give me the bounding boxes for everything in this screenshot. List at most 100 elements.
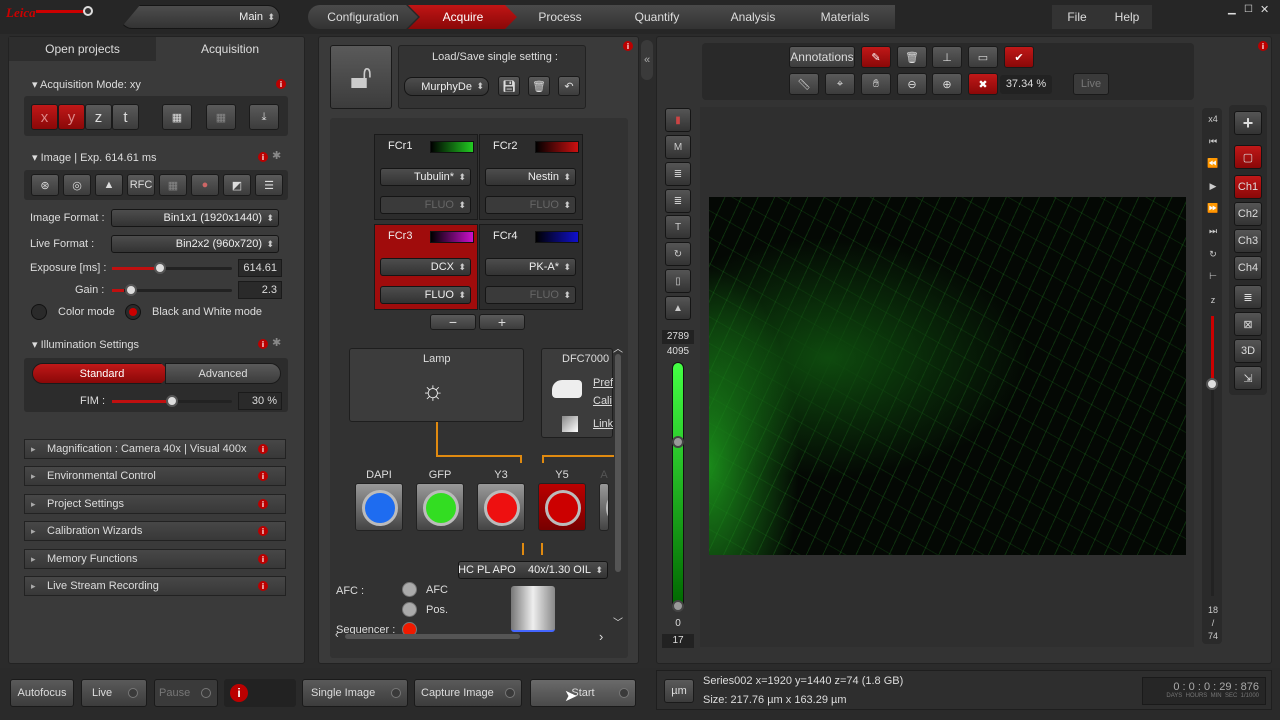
rfc-button[interactable]: RFC — [127, 174, 155, 196]
minimize-button[interactable]: ▁ — [1228, 4, 1236, 15]
channel-1-button[interactable]: Ch1 — [1234, 175, 1262, 199]
menu-file[interactable]: File — [1052, 5, 1102, 29]
next-frame-icon[interactable]: ⏩ — [1205, 203, 1221, 214]
tab-open-projects[interactable]: Open projects — [9, 37, 156, 61]
capture-image-button[interactable]: Capture Image — [414, 679, 522, 707]
info-status[interactable]: i — [224, 679, 296, 707]
gain-slider[interactable] — [112, 284, 232, 296]
tab-process[interactable]: Process — [505, 5, 615, 29]
dye-select[interactable]: DCX — [380, 258, 471, 276]
z-slider-knob[interactable] — [1206, 378, 1218, 390]
mode-select[interactable]: FLUO — [485, 286, 576, 304]
scroll-down-icon[interactable]: ﹀ — [613, 614, 623, 629]
tab-quantify[interactable]: Quantify — [602, 5, 712, 29]
brightness-slider[interactable] — [36, 6, 93, 16]
hand-icon[interactable]: ✋︎ — [861, 73, 891, 95]
tab-materials[interactable]: Materials — [795, 5, 895, 29]
filter-cube-button[interactable] — [477, 483, 525, 531]
collapse-panel-button[interactable]: « — [641, 40, 653, 80]
channel-color-swatch[interactable] — [430, 141, 474, 153]
last-frame-icon[interactable]: ⏭ — [1205, 226, 1221, 237]
filter-cube-button[interactable] — [538, 483, 586, 531]
gain-value[interactable]: 2.3 — [238, 281, 282, 299]
channel-overlay-icon[interactable]: ▮ — [665, 108, 691, 132]
standard-button[interactable]: Standard — [32, 363, 172, 384]
live-view-button[interactable]: Live — [1073, 73, 1109, 95]
illumination-header[interactable]: ▾ Illumination Settings — [32, 338, 139, 351]
info-icon[interactable]: i — [258, 444, 268, 454]
color-mode-radio[interactable] — [31, 304, 47, 320]
axis-z[interactable]: z — [85, 104, 112, 130]
max-projection-icon[interactable]: ≣ — [1234, 285, 1262, 309]
autofocus-button[interactable]: Autofocus — [10, 679, 74, 707]
axis-t[interactable]: t — [112, 104, 139, 130]
info-icon[interactable]: i — [258, 152, 268, 162]
link-calib[interactable]: Cali — [593, 395, 613, 407]
undo-icon[interactable]: ↶ — [558, 76, 580, 96]
check-icon[interactable]: ✔ — [1004, 46, 1034, 68]
dye-select[interactable]: PK-A* — [485, 258, 576, 276]
advanced-button[interactable]: Advanced — [165, 363, 281, 384]
stop-icon[interactable]: ▢ — [1234, 145, 1262, 169]
info-icon[interactable]: i — [1258, 41, 1268, 51]
rectangle-icon[interactable]: ▭ — [968, 46, 998, 68]
maximize-button[interactable]: ☐ — [1244, 4, 1253, 15]
fim-value[interactable]: 30 % — [238, 392, 282, 410]
info-icon[interactable]: i — [258, 581, 268, 591]
scroll-left-icon[interactable]: ‹ — [335, 629, 339, 641]
zoom-out-icon[interactable]: ⊖ — [897, 73, 927, 95]
section-live-stream[interactable]: Live Stream Recording — [24, 576, 286, 596]
horizontal-scrollbar[interactable] — [345, 634, 520, 639]
info-icon[interactable]: i — [258, 339, 268, 349]
zoom-in-icon[interactable]: ⊕ — [932, 73, 962, 95]
histogram-icon[interactable]: ▲ — [95, 174, 123, 196]
scroll-right-icon[interactable]: › — [599, 629, 603, 644]
loop-icon[interactable]: ↻ — [1205, 249, 1221, 260]
live-format-select[interactable]: Bin2x2 (960x720) — [111, 235, 279, 253]
info-icon[interactable]: i — [623, 41, 633, 51]
filter-cube-button[interactable] — [416, 483, 464, 531]
layers-icon[interactable]: ≣ — [665, 162, 691, 186]
pin-icon[interactable]: ✱ — [272, 149, 281, 162]
pen-icon[interactable]: ✎ — [861, 46, 891, 68]
3d-button[interactable]: 3D — [1234, 339, 1262, 363]
exposure-slider[interactable] — [112, 262, 232, 274]
dye-select[interactable]: Nestin — [485, 168, 576, 186]
stack-m-icon[interactable]: M — [665, 135, 691, 159]
pin-icon[interactable]: ✱ — [272, 336, 281, 349]
fim-slider[interactable] — [112, 395, 232, 407]
grid-icon[interactable]: ▦ — [159, 174, 187, 196]
color-wheel-icon[interactable]: ● — [191, 174, 219, 196]
mode-select[interactable]: FLUO — [485, 196, 576, 214]
histogram-icon[interactable]: ▲ — [665, 296, 691, 320]
range-icon[interactable]: ⊢ — [1205, 271, 1221, 282]
remove-channel-button[interactable]: − — [430, 314, 476, 330]
histogram-handle-top[interactable] — [672, 436, 684, 448]
microscope-image[interactable] — [709, 197, 1186, 555]
section-project-settings[interactable]: Project Settings — [24, 494, 286, 514]
filter-cube-button[interactable] — [355, 483, 403, 531]
bw-mode-radio[interactable] — [125, 304, 141, 320]
trash-icon[interactable]: 🗑︎ — [897, 46, 927, 68]
first-frame-icon[interactable]: ⏮ — [1205, 136, 1221, 147]
section-environmental[interactable]: Environmental Control — [24, 466, 286, 486]
trash-icon[interactable]: 🗑︎ — [528, 76, 550, 96]
add-icon[interactable]: + — [1234, 111, 1262, 135]
channel-3-button[interactable]: Ch3 — [1234, 229, 1262, 253]
single-tile-icon[interactable]: ▦ — [162, 104, 192, 130]
info-icon[interactable]: i — [258, 499, 268, 509]
vertical-scrollbar[interactable] — [615, 354, 621, 572]
info-icon[interactable]: i — [276, 79, 286, 89]
gallery-icon[interactable]: ⊠ — [1234, 312, 1262, 336]
workspace-select[interactable]: Main — [120, 5, 280, 29]
dye-select[interactable]: Tubulin* — [380, 168, 471, 186]
export-icon[interactable]: ⇲ — [1234, 366, 1262, 390]
channel-4-button[interactable]: Ch4 — [1234, 256, 1262, 280]
settings-list-icon[interactable]: ☰ — [255, 174, 283, 196]
histogram-bar[interactable] — [672, 362, 684, 610]
info-icon[interactable]: i — [258, 554, 268, 564]
image-format-select[interactable]: Bin1x1 (1920x1440) — [111, 209, 279, 227]
info-icon[interactable]: i — [258, 526, 268, 536]
pos-led[interactable] — [402, 602, 417, 617]
section-magnification[interactable]: Magnification : Camera 40x | Visual 400x — [24, 439, 286, 459]
